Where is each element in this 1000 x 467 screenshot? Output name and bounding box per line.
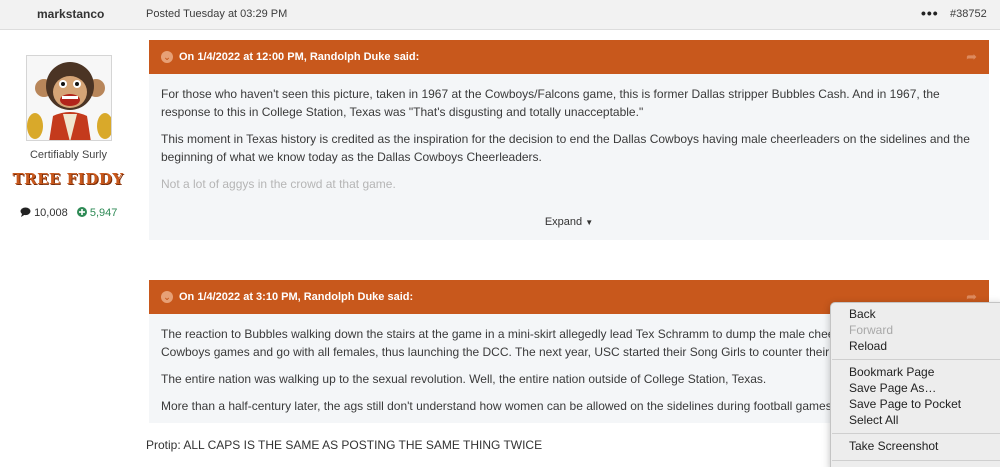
quote-paragraph: Not a lot of aggys in the crowd at that … [161,177,396,191]
quote-paragraph: This moment in Texas history is credited… [161,132,970,164]
chevron-circle-icon[interactable]: ⌄ [161,51,173,63]
quote-block: ⌄ On 1/4/2022 at 12:00 PM, Randolph Duke… [149,40,989,240]
quote-attribution[interactable]: On 1/4/2022 at 12:00 PM, Randolph Duke s… [179,51,419,63]
menu-item-back[interactable]: Back [849,307,876,321]
menu-separator [832,460,1000,461]
menu-item-save-to-pocket[interactable]: Save Page to Pocket [849,397,961,411]
context-menu: Back Forward Reload Bookmark Page Save P… [830,302,1000,467]
menu-separator [832,359,1000,360]
quote-attribution[interactable]: On 1/4/2022 at 3:10 PM, Randolph Duke sa… [179,291,413,303]
posts-count-value: 10,008 [34,207,68,219]
avatar[interactable] [26,55,112,141]
menu-separator [832,433,1000,434]
user-stats: 10,008 5,947 [20,207,123,219]
post-author-username[interactable]: markstanco [37,7,104,21]
menu-item-select-all[interactable]: Select All [849,413,898,427]
share-arrow-icon[interactable]: ➦ [966,49,977,65]
reputation-value: 5,947 [89,207,118,219]
more-dots-icon[interactable]: ••• [921,5,939,21]
quote-header[interactable]: ⌄ On 1/4/2022 at 12:00 PM, Randolph Duke… [149,40,989,74]
menu-item-save-page-as[interactable]: Save Page As… [849,381,936,395]
quote-paragraph: For those who haven't seen this picture,… [161,87,940,119]
post-timestamp[interactable]: Posted Tuesday at 03:29 PM [146,8,287,20]
chevron-circle-icon[interactable]: ⌄ [161,291,173,303]
plus-circle-icon [76,207,90,219]
expand-button[interactable]: Expand ▼ [149,216,989,228]
user-banner: TREE FIDDY [12,170,124,188]
post-header: markstanco Posted Tuesday at 03:29 PM ••… [0,0,1000,30]
reputation[interactable]: 5,947 [76,207,118,219]
quote-content: For those who haven't seen this picture,… [149,74,989,193]
expand-label: Expand [544,216,583,228]
menu-item-bookmark-page[interactable]: Bookmark Page [849,365,934,379]
menu-item-reload[interactable]: Reload [849,339,887,353]
post-body-text: Protip: ALL CAPS IS THE SAME AS POSTING … [146,438,543,452]
caret-down-icon: ▼ [585,218,594,227]
menu-item-take-screenshot[interactable]: Take Screenshot [849,439,938,453]
post-number-link[interactable]: #38752 [950,8,987,20]
user-title: Certifiably Surly [29,149,108,161]
comment-icon [20,207,34,219]
menu-item-forward[interactable]: Forward [849,323,893,337]
posts-count[interactable]: 10,008 [20,207,68,219]
